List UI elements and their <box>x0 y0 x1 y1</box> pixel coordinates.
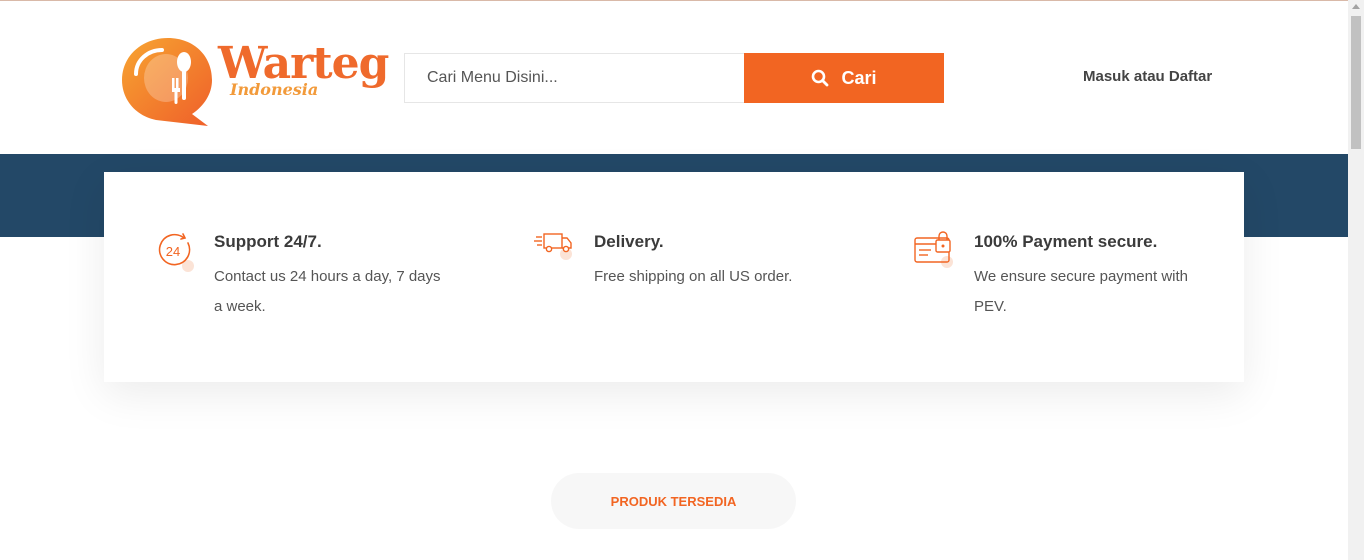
search-button[interactable]: Cari <box>744 53 944 103</box>
scroll-up-arrow-icon[interactable] <box>1352 4 1360 9</box>
top-border <box>0 0 1348 1</box>
feature-title: Delivery. <box>594 232 664 251</box>
page-scrollbar[interactable] <box>1348 0 1364 560</box>
feature-description: Contact us 24 hours a day, 7 days a week… <box>214 268 441 315</box>
search-icon <box>812 69 829 87</box>
feature-description: Free shipping on all US order. <box>594 268 793 285</box>
search-input[interactable] <box>404 53 744 103</box>
delivery-truck-icon <box>534 233 572 260</box>
login-register-link[interactable]: Masuk atau Daftar <box>1083 68 1212 85</box>
brand-logo[interactable]: Warteg Indonesia <box>118 34 389 128</box>
logo-emblem-icon <box>122 38 212 126</box>
features-card: 24 Support 24/7. Contact us 24 hours a d… <box>104 172 1244 382</box>
search-button-label: Cari <box>841 67 877 88</box>
secure-payment-icon <box>914 231 953 268</box>
feature-title: 100% Payment secure. <box>974 232 1158 251</box>
clock-24-icon: 24 <box>158 233 194 272</box>
section-label-pill: PRODUK TERSEDIA <box>551 473 796 529</box>
svg-text:24: 24 <box>166 244 180 259</box>
feature-description: We ensure secure payment with PEV. <box>974 268 1188 315</box>
scrollbar-thumb[interactable] <box>1351 16 1361 149</box>
feature-title: Support 24/7. <box>214 232 322 251</box>
